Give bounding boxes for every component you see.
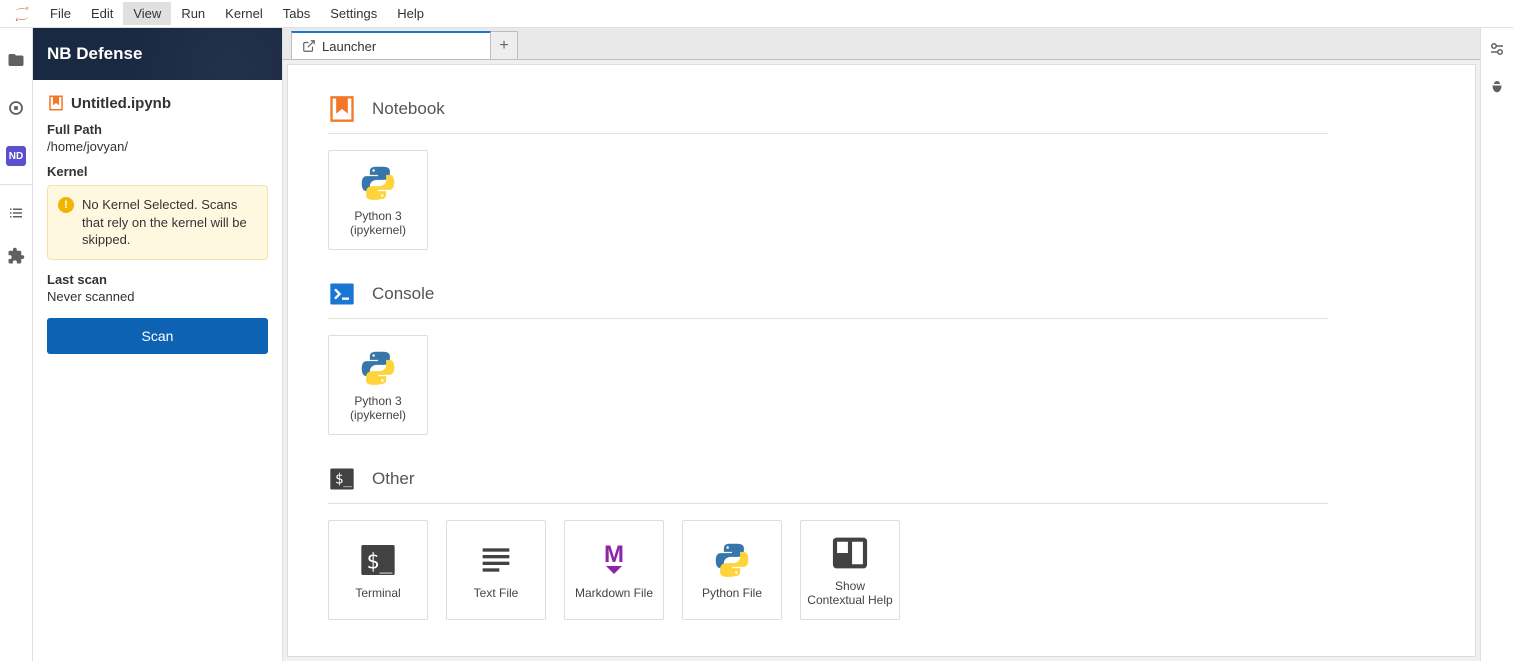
card-console-python3[interactable]: Python 3 (ipykernel) <box>328 335 428 435</box>
panel-title: NB Defense <box>47 44 142 64</box>
svg-text:$_: $_ <box>366 549 393 574</box>
card-contextual-help[interactable]: Show Contextual Help <box>800 520 900 620</box>
section-notebook: Notebook Python 3 (ipykernel) <box>328 95 1328 250</box>
card-python-file[interactable]: Python File <box>682 520 782 620</box>
terminal-icon: $_ <box>358 540 398 580</box>
scan-button[interactable]: Scan <box>47 318 268 354</box>
kernel-warning-box: ! No Kernel Selected. Scans that rely on… <box>47 185 268 260</box>
svg-text:M: M <box>604 541 624 568</box>
section-other: $_ Other $_ Terminal Te <box>328 465 1328 620</box>
python-icon <box>358 163 398 203</box>
python-icon <box>712 540 752 580</box>
markdown-icon: M <box>594 540 634 580</box>
section-title: Console <box>372 284 434 304</box>
section-title: Other <box>372 469 415 489</box>
svg-text:$_: $_ <box>335 472 352 488</box>
card-label: Python 3 (ipykernel) <box>333 394 423 423</box>
card-text-file[interactable]: Text File <box>446 520 546 620</box>
new-tab-button[interactable]: + <box>490 31 518 59</box>
card-notebook-python3[interactable]: Python 3 (ipykernel) <box>328 150 428 250</box>
full-path-label: Full Path <box>47 122 268 137</box>
last-scan-label: Last scan <box>47 272 268 287</box>
nbdefense-header: NB Defense <box>33 28 282 80</box>
help-icon <box>830 533 870 573</box>
card-label: Terminal <box>355 586 400 600</box>
activity-bar: ND <box>0 28 33 661</box>
property-inspector-icon[interactable] <box>1488 40 1506 58</box>
menu-file[interactable]: File <box>40 2 81 25</box>
card-terminal[interactable]: $_ Terminal <box>328 520 428 620</box>
card-label: Python File <box>702 586 762 600</box>
main-area: Launcher + Notebook Python <box>283 28 1480 661</box>
file-name: Untitled.ipynb <box>71 95 171 112</box>
extensions-icon[interactable] <box>0 232 33 280</box>
menu-view[interactable]: View <box>123 2 171 25</box>
card-label: Python 3 (ipykernel) <box>333 209 423 238</box>
toc-icon[interactable] <box>0 184 33 232</box>
full-path-value: /home/jovyan/ <box>47 139 268 154</box>
card-label: Text File <box>474 586 519 600</box>
last-scan-value: Never scanned <box>47 289 268 304</box>
warning-icon: ! <box>58 197 74 213</box>
running-kernels-icon[interactable] <box>0 84 33 132</box>
tab-label: Launcher <box>322 39 376 54</box>
menu-settings[interactable]: Settings <box>320 2 387 25</box>
scanned-file-row: Untitled.ipynb <box>47 94 268 112</box>
textfile-icon <box>476 540 516 580</box>
notebook-section-icon <box>328 95 356 123</box>
section-title: Notebook <box>372 99 445 119</box>
menu-tabs[interactable]: Tabs <box>273 2 320 25</box>
card-markdown-file[interactable]: M Markdown File <box>564 520 664 620</box>
right-activity-bar <box>1480 28 1513 661</box>
file-browser-icon[interactable] <box>0 36 33 84</box>
nbdefense-panel: NB Defense Untitled.ipynb Full Path /hom… <box>33 28 283 661</box>
card-label: Show Contextual Help <box>805 579 895 608</box>
menu-edit[interactable]: Edit <box>81 2 123 25</box>
jupyter-logo[interactable] <box>10 2 34 26</box>
nbdefense-tab-icon[interactable]: ND <box>0 132 33 180</box>
tab-launcher[interactable]: Launcher <box>291 31 491 59</box>
tab-bar: Launcher + <box>283 28 1480 60</box>
other-section-icon: $_ <box>328 465 356 493</box>
debugger-icon[interactable] <box>1488 78 1506 96</box>
python-icon <box>358 348 398 388</box>
bookmark-icon <box>47 94 65 112</box>
menu-kernel[interactable]: Kernel <box>215 2 273 25</box>
launcher-panel: Notebook Python 3 (ipykernel) <box>287 64 1476 657</box>
launcher-tab-icon <box>302 39 316 53</box>
console-section-icon <box>328 280 356 308</box>
card-label: Markdown File <box>575 586 653 600</box>
section-console: Console Python 3 (ipykernel) <box>328 280 1328 435</box>
menu-bar: File Edit View Run Kernel Tabs Settings … <box>0 0 1513 28</box>
menu-help[interactable]: Help <box>387 2 434 25</box>
kernel-warning-text: No Kernel Selected. Scans that rely on t… <box>82 196 257 249</box>
menu-run[interactable]: Run <box>171 2 215 25</box>
kernel-label: Kernel <box>47 164 268 179</box>
